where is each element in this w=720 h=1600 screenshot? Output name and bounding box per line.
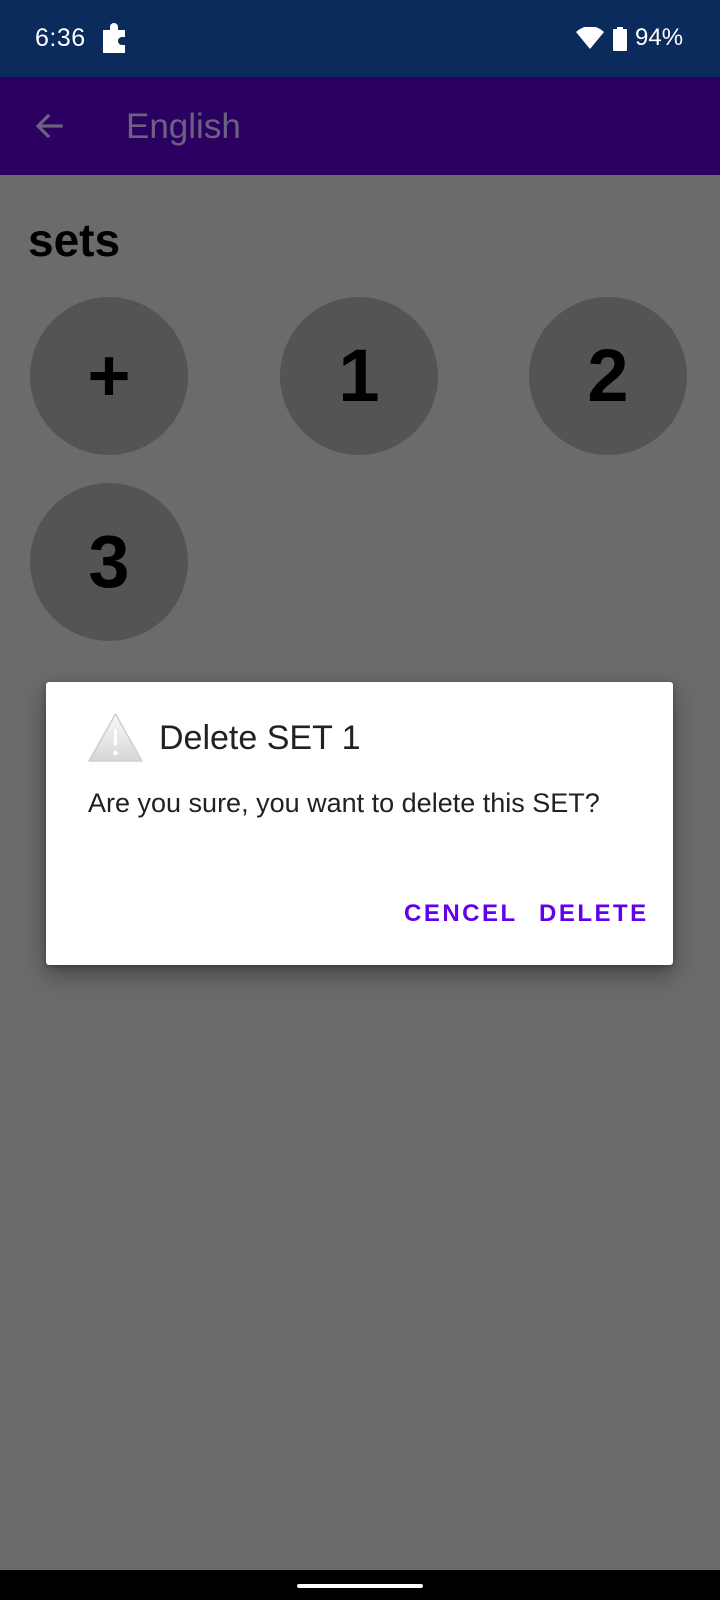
delete-button[interactable]: DELETE — [539, 894, 649, 934]
delete-dialog: Delete SET 1 Are you sure, you want to d… — [46, 682, 673, 965]
warning-icon — [88, 713, 143, 762]
set-label: + — [87, 334, 131, 417]
cancel-button[interactable]: CENCEL — [404, 894, 518, 934]
puzzle-icon — [103, 23, 125, 53]
page-title: English — [126, 107, 241, 146]
wifi-icon — [576, 27, 604, 49]
section-title: sets — [28, 214, 121, 266]
status-time: 6:36 — [35, 24, 86, 52]
dialog-message: Are you sure, you want to delete this SE… — [88, 788, 600, 818]
set-label: 2 — [587, 334, 629, 417]
app-bar — [0, 77, 720, 175]
home-gesture-handle[interactable] — [297, 1584, 423, 1588]
arrow-left-icon[interactable] — [33, 110, 65, 142]
add-set-button[interactable]: + — [30, 297, 188, 455]
set-label: 1 — [338, 334, 380, 417]
battery-percent: 94% — [635, 24, 684, 51]
dialog-title: Delete SET 1 — [159, 719, 361, 757]
set-button-3[interactable]: 3 — [30, 483, 188, 641]
battery-icon — [613, 27, 627, 51]
status-bar: 6:36 94% — [0, 0, 720, 77]
set-button-1[interactable]: 1 — [280, 297, 438, 455]
set-label: 3 — [88, 520, 130, 603]
set-button-2[interactable]: 2 — [529, 297, 687, 455]
